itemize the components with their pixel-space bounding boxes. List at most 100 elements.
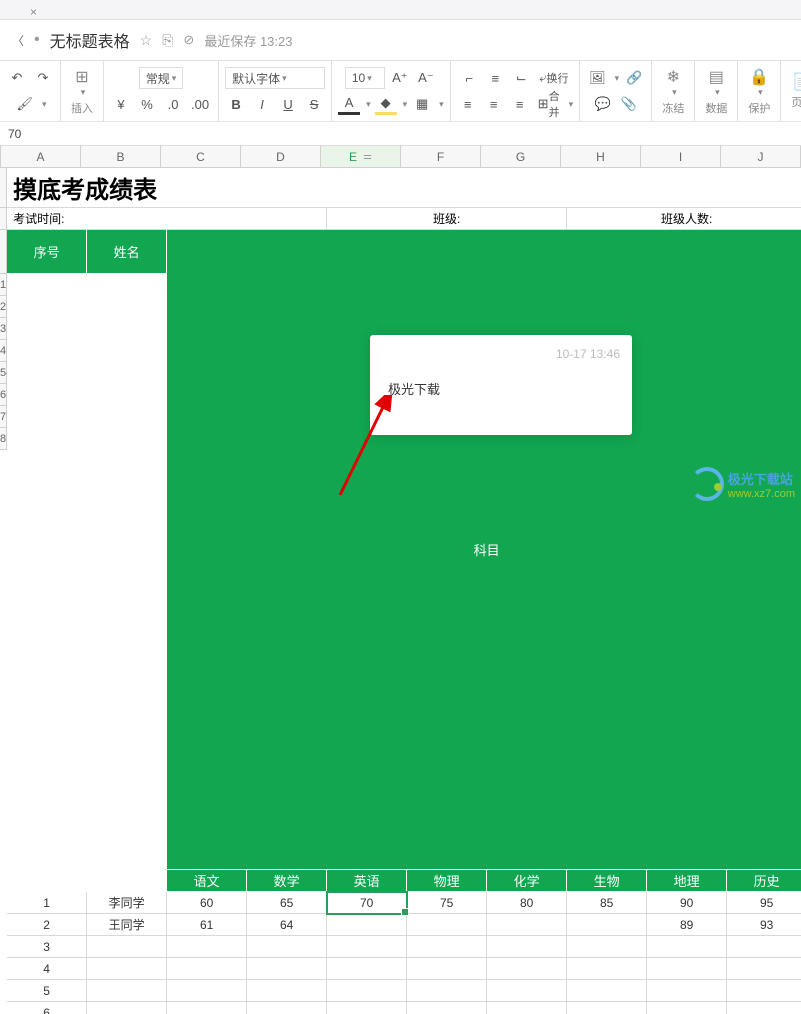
- cell[interactable]: [167, 1002, 247, 1014]
- cell[interactable]: 4: [7, 958, 87, 980]
- font-size-inc-button[interactable]: A⁺: [389, 67, 411, 89]
- row-head[interactable]: [0, 168, 7, 208]
- header-subject[interactable]: 物理: [407, 870, 487, 892]
- insert-link-button[interactable]: 🔗: [623, 67, 645, 89]
- row-head[interactable]: 5: [0, 362, 7, 384]
- cell[interactable]: 6: [7, 1002, 87, 1014]
- cell[interactable]: [567, 980, 647, 1002]
- cell[interactable]: [87, 1002, 167, 1014]
- comment-popup[interactable]: 10-17 13:46 极光下载: [370, 335, 632, 435]
- cell[interactable]: 90: [647, 892, 727, 914]
- header-subject[interactable]: 语文: [167, 870, 247, 892]
- align-right-button[interactable]: ≡: [509, 93, 531, 115]
- cell[interactable]: [487, 1002, 567, 1014]
- cell[interactable]: [727, 1002, 801, 1014]
- cell[interactable]: [727, 980, 801, 1002]
- header-subject[interactable]: 数学: [247, 870, 327, 892]
- undo-button[interactable]: ↶: [6, 67, 28, 89]
- cell[interactable]: 65: [247, 892, 327, 914]
- col-head-e[interactable]: E⚌: [321, 146, 401, 167]
- data-button[interactable]: ▤▾数据: [701, 67, 731, 116]
- cell[interactable]: [87, 958, 167, 980]
- cell[interactable]: 64: [247, 914, 327, 936]
- cell[interactable]: [407, 914, 487, 936]
- cell[interactable]: [647, 936, 727, 958]
- selected-cell[interactable]: 70: [327, 892, 407, 914]
- insert-image-button[interactable]: 🖼: [586, 67, 609, 89]
- cell[interactable]: [407, 1002, 487, 1014]
- cell[interactable]: 93: [727, 914, 801, 936]
- wrap-text-button[interactable]: ⤶换行: [536, 67, 571, 89]
- insert-attach-button[interactable]: 📎: [618, 93, 640, 115]
- header-name[interactable]: 姓名: [87, 230, 167, 274]
- decimal-inc-button[interactable]: .00: [188, 93, 212, 115]
- align-top-button[interactable]: ⌐: [458, 67, 480, 89]
- col-head-i[interactable]: I: [641, 146, 721, 167]
- cell[interactable]: 61: [167, 914, 247, 936]
- align-middle-button[interactable]: ≡: [484, 67, 506, 89]
- align-bottom-button[interactable]: ⌙: [510, 67, 532, 89]
- number-format-select[interactable]: 常规 ▾: [139, 67, 184, 89]
- col-head-a[interactable]: A: [1, 146, 81, 167]
- bold-button[interactable]: B: [225, 93, 247, 115]
- row-head[interactable]: 4: [0, 340, 7, 362]
- cell[interactable]: [487, 958, 567, 980]
- col-head-g[interactable]: G: [481, 146, 561, 167]
- col-head-h[interactable]: H: [561, 146, 641, 167]
- protect-button[interactable]: 🔒▾保护: [744, 67, 774, 116]
- row-head[interactable]: 1: [0, 274, 7, 296]
- class-cell[interactable]: 班级:: [327, 208, 567, 230]
- cell[interactable]: [87, 980, 167, 1002]
- cell[interactable]: 3: [7, 936, 87, 958]
- cell[interactable]: [247, 1002, 327, 1014]
- tab-close-icon[interactable]: ×: [30, 5, 40, 15]
- cell[interactable]: [567, 914, 647, 936]
- cell[interactable]: [247, 980, 327, 1002]
- star-icon[interactable]: ☆: [140, 32, 153, 49]
- cell[interactable]: [407, 936, 487, 958]
- cell[interactable]: 95: [727, 892, 801, 914]
- cell[interactable]: [247, 936, 327, 958]
- cell[interactable]: 75: [407, 892, 487, 914]
- cell[interactable]: [327, 1002, 407, 1014]
- decimal-dec-button[interactable]: .0: [162, 93, 184, 115]
- cell[interactable]: [407, 958, 487, 980]
- underline-button[interactable]: U: [277, 93, 299, 115]
- cell[interactable]: [327, 980, 407, 1002]
- formula-bar[interactable]: 70: [0, 122, 801, 146]
- col-head-c[interactable]: C: [161, 146, 241, 167]
- row-head[interactable]: [0, 208, 7, 230]
- col-head-b[interactable]: B: [81, 146, 161, 167]
- filter-icon[interactable]: ⚌: [363, 151, 372, 162]
- cell[interactable]: [167, 958, 247, 980]
- cell[interactable]: 60: [167, 892, 247, 914]
- cell[interactable]: [87, 936, 167, 958]
- row-head[interactable]: 8: [0, 428, 7, 450]
- percent-button[interactable]: %: [136, 93, 158, 115]
- align-left-button[interactable]: ≡: [457, 93, 479, 115]
- header-subject[interactable]: 历史: [727, 870, 801, 892]
- row-head[interactable]: [0, 230, 7, 274]
- cell[interactable]: 80: [487, 892, 567, 914]
- col-head-f[interactable]: F: [401, 146, 481, 167]
- freeze-button[interactable]: ❄▾冻结: [658, 67, 688, 116]
- col-head-j[interactable]: J: [721, 146, 801, 167]
- insert-comment-button[interactable]: 💬: [592, 93, 614, 115]
- format-painter-button[interactable]: 🖌: [13, 93, 36, 115]
- sheet-title-cell[interactable]: 摸底考成绩表: [7, 168, 801, 208]
- cell[interactable]: [327, 914, 407, 936]
- cell[interactable]: [647, 1002, 727, 1014]
- row-head[interactable]: 3: [0, 318, 7, 340]
- fill-color-button[interactable]: ◆: [375, 93, 397, 115]
- folder-move-icon[interactable]: ⎘: [162, 32, 173, 49]
- cell[interactable]: 王同学: [87, 914, 167, 936]
- row-head[interactable]: 7: [0, 406, 7, 428]
- cell[interactable]: [487, 936, 567, 958]
- font-size-select[interactable]: 10 ▾: [345, 67, 385, 89]
- font-color-button[interactable]: A: [338, 93, 360, 115]
- font-family-select[interactable]: 默认字体 ▾: [225, 67, 325, 89]
- cell[interactable]: 89: [647, 914, 727, 936]
- cell[interactable]: [567, 936, 647, 958]
- insert-button[interactable]: ⊞ ▾ 插入: [67, 67, 97, 116]
- cell[interactable]: 5: [7, 980, 87, 1002]
